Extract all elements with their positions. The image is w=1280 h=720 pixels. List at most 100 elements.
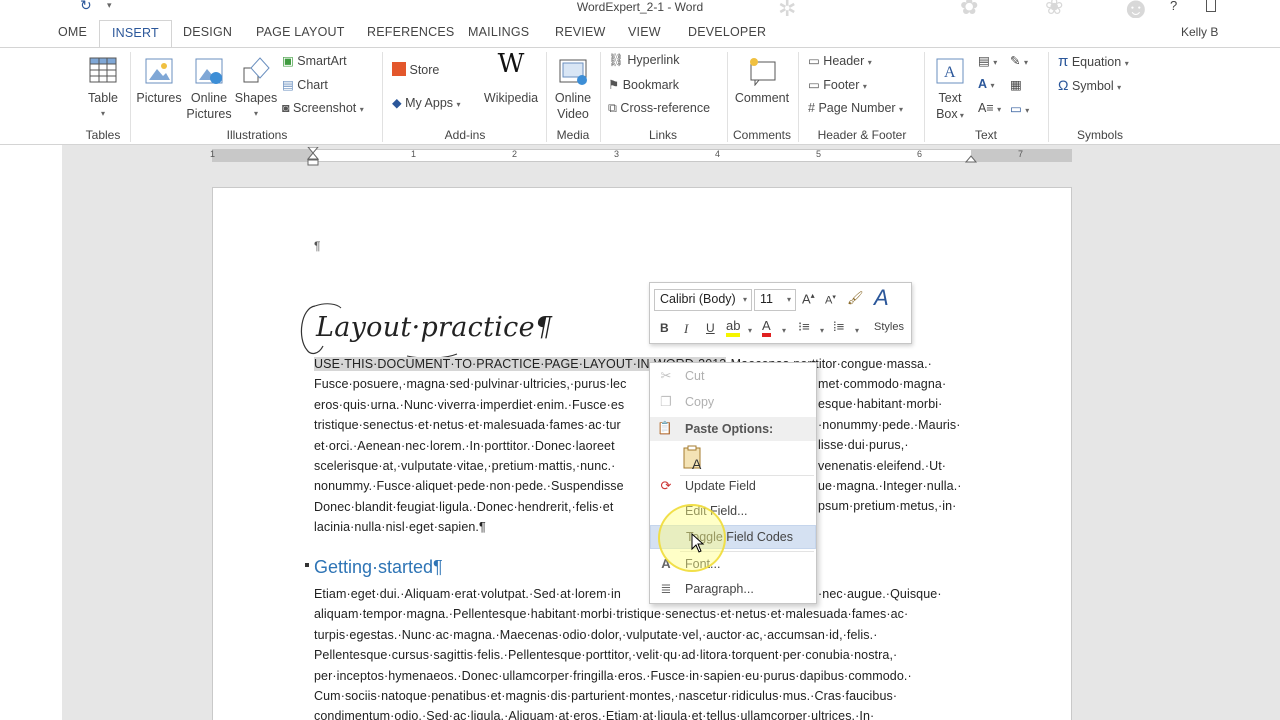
menu-item-copy[interactable]: ❐ Copy xyxy=(650,391,816,415)
footer-button[interactable]: ▭ Footer ▾ xyxy=(808,77,867,92)
text-segment: venenatis·eleifend.·Ut· xyxy=(818,458,947,473)
text-segment: esque·habitant·morbi· xyxy=(818,397,943,412)
indent-marker-icon[interactable] xyxy=(307,147,319,167)
text-segment: lisse·dui·purus,· xyxy=(818,438,909,453)
chevron-down-icon[interactable]: ▾ xyxy=(748,321,752,336)
ribbon-tabs: OME INSERT DESIGN PAGE LAYOUT REFERENCES… xyxy=(0,18,1280,49)
right-indent-marker-icon[interactable] xyxy=(965,152,977,164)
menu-item-update-field[interactable]: ⟳ Update Field xyxy=(650,475,816,499)
heading-getting-started[interactable]: Getting·started¶ xyxy=(314,557,443,578)
online-video-label-1: Online xyxy=(554,91,592,105)
chart-button[interactable]: ▤ Chart xyxy=(282,77,328,92)
text-box-button[interactable]: A Text Box ▾ xyxy=(930,56,970,124)
quick-parts-button[interactable]: ▤ ▾ xyxy=(978,53,997,68)
tab-references[interactable]: REFERENCES xyxy=(367,25,454,39)
help-icon[interactable]: ? xyxy=(1170,0,1177,13)
font-size-field[interactable]: 11 ▾ xyxy=(754,289,796,311)
menu-item-label: Paragraph... xyxy=(685,582,754,596)
chevron-down-icon: ▾ xyxy=(899,105,904,114)
italic-button[interactable]: I xyxy=(684,321,688,337)
pictures-button[interactable]: Pictures xyxy=(136,56,182,106)
screenshot-button[interactable]: ◙ Screenshot ▾ xyxy=(282,101,364,115)
chevron-down-icon: ▾ xyxy=(997,105,1002,114)
smartart-label: SmartArt xyxy=(297,54,347,68)
menu-item-paragraph[interactable]: ≣ Paragraph... xyxy=(650,578,816,602)
ruler-number: 6 xyxy=(917,149,923,159)
equation-button[interactable]: π Equation ▾ xyxy=(1058,53,1129,70)
styles-icon[interactable]: A xyxy=(874,285,889,311)
ruler-number: 7 xyxy=(1018,149,1024,159)
grow-font-icon[interactable]: A▴ xyxy=(802,291,815,306)
group-separator xyxy=(382,52,383,142)
table-button[interactable]: Table ▾ xyxy=(85,56,121,122)
bookmark-button[interactable]: ⚑ Bookmark xyxy=(608,77,679,92)
wikipedia-icon: W xyxy=(497,49,525,79)
bullets-icon[interactable]: ⁝≡ xyxy=(798,319,810,335)
group-separator xyxy=(1048,52,1049,142)
drop-cap-button[interactable]: A≡ ▾ xyxy=(978,101,1001,115)
header-button[interactable]: ▭ Header ▾ xyxy=(808,53,872,68)
paste-keep-text-icon[interactable]: A xyxy=(682,445,706,472)
chevron-down-icon[interactable]: ▾ xyxy=(782,321,786,336)
horizontal-ruler[interactable]: 1 1 2 3 4 5 6 7 xyxy=(210,147,1072,166)
my-apps-button[interactable]: ◆ My Apps ▾ xyxy=(392,95,461,110)
shrink-font-icon[interactable]: A▾ xyxy=(825,293,836,307)
chevron-down-icon[interactable]: ▾ xyxy=(855,321,859,336)
underline-button[interactable]: U xyxy=(706,321,715,335)
group-links: Links xyxy=(648,128,677,142)
numbering-icon[interactable]: ⁞≡ xyxy=(833,319,844,334)
online-pictures-button[interactable]: Online Pictures xyxy=(186,56,232,122)
shapes-button[interactable]: Shapes ▾ xyxy=(234,56,278,122)
document-title[interactable]: Layout·practice¶ xyxy=(316,312,552,343)
ruler-number: 5 xyxy=(816,149,822,159)
chevron-down-icon: ▾ xyxy=(862,82,867,91)
tab-page-layout[interactable]: PAGE LAYOUT xyxy=(256,25,345,39)
group-header-footer: Header & Footer xyxy=(817,128,907,142)
styles-label[interactable]: Styles xyxy=(874,321,904,333)
menu-item-cut[interactable]: ✂ Cut xyxy=(650,365,816,389)
tab-insert[interactable]: INSERT xyxy=(99,20,172,49)
online-video-button[interactable]: Online Video xyxy=(550,56,596,122)
bold-button[interactable]: B xyxy=(660,321,669,335)
object-button[interactable]: ▭ ▾ xyxy=(1010,101,1029,116)
group-illustrations: Illustrations xyxy=(226,128,288,142)
user-name[interactable]: Kelly B xyxy=(1181,25,1218,39)
symbol-button[interactable]: Ω Symbol ▾ xyxy=(1058,77,1121,93)
hyperlink-button[interactable]: ⛓ Hyperlink xyxy=(608,53,679,68)
text-segment: Fusce·posuere,·magna·sed·pulvinar·ultric… xyxy=(314,377,627,392)
tab-mailings[interactable]: MAILINGS xyxy=(468,25,529,39)
signature-line-button[interactable]: ✎ ▾ xyxy=(1010,53,1028,68)
wikipedia-button[interactable]: W Wikipedia xyxy=(480,49,542,106)
store-button[interactable]: Store xyxy=(392,62,439,77)
restore-window-button[interactable] xyxy=(1206,0,1216,12)
group-separator xyxy=(727,52,728,142)
tab-review[interactable]: REVIEW xyxy=(555,25,606,39)
hyperlink-label: Hyperlink xyxy=(627,53,680,67)
tab-developer[interactable]: DEVELOPER xyxy=(688,25,766,39)
drop-cap-icon: A≡ xyxy=(978,101,994,115)
page-number-button[interactable]: # Page Number ▾ xyxy=(808,101,903,115)
wordart-button[interactable]: A ▾ xyxy=(978,77,995,91)
group-tables: Tables xyxy=(85,128,121,142)
store-icon xyxy=(392,62,406,76)
smartart-button[interactable]: ▣ SmartArt xyxy=(282,53,347,68)
tab-home[interactable]: OME xyxy=(58,25,87,39)
body-paragraph-2-right: ·nec·augue.·Quisque· xyxy=(818,587,942,601)
table-icon xyxy=(89,57,117,83)
text-segment: psum·pretium·metus,·in· xyxy=(818,499,957,514)
date-time-button[interactable]: ▦ xyxy=(1010,77,1022,92)
comment-button[interactable]: Comment xyxy=(732,56,792,106)
font-color-icon[interactable]: A xyxy=(762,318,771,337)
tab-view[interactable]: VIEW xyxy=(628,25,661,39)
font-name-field[interactable]: Calibri (Body) ▾ xyxy=(654,289,752,311)
quick-parts-icon: ▤ xyxy=(978,54,990,68)
tab-design[interactable]: DESIGN xyxy=(183,25,232,39)
format-painter-icon[interactable]: 🖌 xyxy=(847,290,864,306)
highlight-icon[interactable]: ab xyxy=(726,319,741,337)
cross-reference-icon: ⧉ xyxy=(608,101,617,115)
pictures-label: Pictures xyxy=(136,91,182,105)
shapes-icon xyxy=(243,57,270,83)
chevron-down-icon[interactable]: ▾ xyxy=(820,321,824,336)
cross-reference-button[interactable]: ⧉ Cross-reference xyxy=(608,101,710,116)
picture-icon xyxy=(145,58,173,84)
